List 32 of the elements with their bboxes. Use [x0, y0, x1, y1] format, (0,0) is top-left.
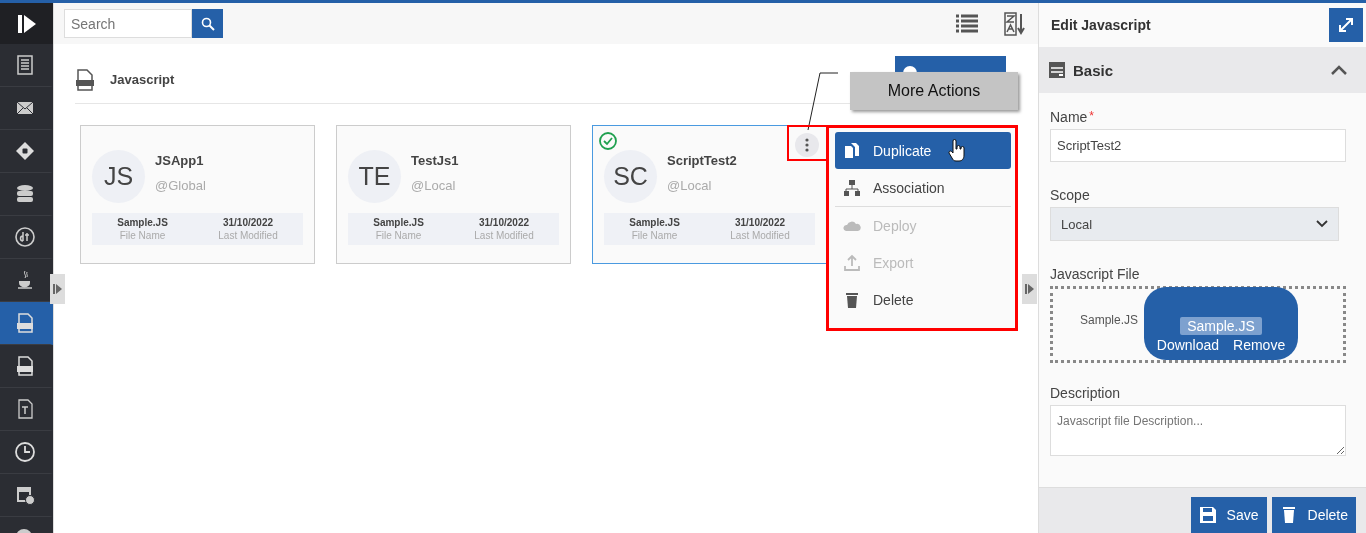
file-name: Sample.JS [629, 217, 680, 228]
modified-label: Last Modified [474, 230, 534, 241]
modified-label: Last Modified [730, 230, 790, 241]
field-label: Name [1050, 109, 1088, 125]
panel-title: Edit Javascript [1051, 17, 1152, 33]
file-name-label: File Name [631, 230, 678, 241]
modified-date: 31/10/2022 [734, 217, 786, 228]
avatar: SC [604, 150, 657, 203]
card-title: JSApp1 [155, 152, 205, 168]
required-mark: * [1089, 109, 1095, 125]
card-scope: @Global [155, 177, 206, 193]
modified-date: 31/10/2022 [222, 217, 274, 228]
avatar: JS [92, 150, 145, 203]
more-actions-tooltip: More Actions [850, 72, 1018, 110]
modified-date: 31/10/2022 [478, 217, 530, 228]
file-name-label: File Name [375, 230, 422, 241]
card-scope: @Local [411, 177, 457, 193]
file-name: Sample.JS [373, 217, 424, 228]
field-label: Description [1050, 385, 1122, 401]
file-name: Sample.JS [117, 217, 168, 228]
card-title: ScriptTest2 [667, 152, 737, 168]
field-label: Scope [1050, 187, 1091, 203]
file-name: Sample.JS [1080, 313, 1139, 327]
avatar: TE [348, 150, 401, 203]
field-label: Javascript File [1050, 266, 1141, 282]
modified-label: Last Modified [218, 230, 278, 241]
file-name-label: File Name [119, 230, 166, 241]
file-name: Sample.JS [1180, 317, 1262, 335]
page-title: Javascript [110, 72, 175, 87]
card-title: TestJs1 [411, 152, 459, 168]
section-title: Basic [1073, 61, 1114, 79]
card-scope: @Local [667, 177, 713, 193]
